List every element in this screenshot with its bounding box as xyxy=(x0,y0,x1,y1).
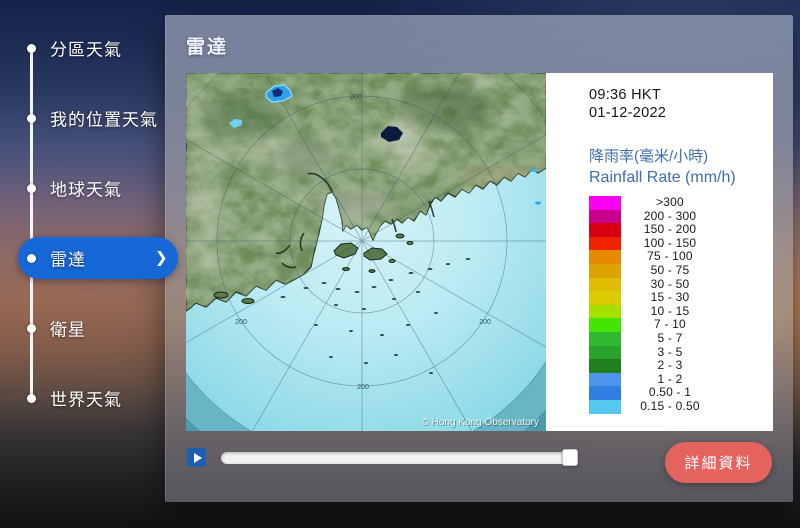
scale-label: >300 xyxy=(656,195,684,209)
scale-label: 3 - 5 xyxy=(657,344,683,359)
scale-row: 0.15 - 0.50 xyxy=(589,398,773,414)
chevron-right-icon: ❯ xyxy=(155,249,168,267)
time-slider-thumb[interactable] xyxy=(562,449,579,466)
scale-label: 1 - 2 xyxy=(657,371,683,386)
scale-row: 1 - 2 xyxy=(589,371,773,387)
scale-row: 5 - 7 xyxy=(589,330,773,346)
scale-swatch xyxy=(589,250,621,264)
radar-panel: 雷達 200 200 200 200 © Hong Kong Observato… xyxy=(165,15,793,502)
sidebar-item-label: 世界天氣 xyxy=(50,390,122,410)
radar-viewer: 200 200 200 200 © Hong Kong Observatory … xyxy=(186,73,773,431)
scale-label: 150 - 200 xyxy=(643,222,697,237)
scale-row: 30 - 50 xyxy=(589,276,773,292)
scale-row: 10 - 15 xyxy=(589,303,773,319)
scale-swatch xyxy=(589,372,621,387)
radar-date: 01-12-2022 xyxy=(589,105,667,121)
scale-swatch xyxy=(589,223,621,237)
scale-swatch xyxy=(589,263,621,278)
scale-row: 2 - 3 xyxy=(589,358,773,373)
scale-row: 7 - 10 xyxy=(589,318,773,332)
scale-swatch xyxy=(589,359,621,373)
scale-swatch xyxy=(589,345,621,360)
scale-label: 0.50 - 1 xyxy=(648,385,692,400)
scale-row: 3 - 5 xyxy=(589,344,773,360)
svg-text:200: 200 xyxy=(357,384,369,391)
scale-row: 0.50 - 1 xyxy=(589,386,773,400)
scale-swatch xyxy=(589,331,621,346)
rainfall-rate-label-en: Rainfall Rate (mm/h) xyxy=(589,169,736,186)
sidebar-item-label: 地球天氣 xyxy=(50,180,122,200)
scale-swatch xyxy=(589,277,621,292)
scale-swatch xyxy=(589,399,621,414)
sidebar-item-label: 我的位置天氣 xyxy=(50,110,158,130)
scale-swatch xyxy=(589,236,621,251)
scale-label: 0.15 - 0.50 xyxy=(640,398,700,413)
scale-row: >300 xyxy=(589,195,773,210)
scale-label: 50 - 75 xyxy=(650,262,690,277)
timeline-dot xyxy=(27,113,36,123)
scale-label: 100 - 150 xyxy=(643,235,697,250)
timeline-dot xyxy=(27,183,36,193)
radar-timestamp: 09:36 HKT 01-12-2022 xyxy=(589,86,773,122)
play-icon xyxy=(193,452,202,463)
page-title: 雷達 xyxy=(186,37,229,58)
play-button[interactable] xyxy=(187,448,206,467)
svg-text:200: 200 xyxy=(479,319,491,326)
scale-swatch xyxy=(589,209,621,224)
scale-swatch xyxy=(589,318,621,332)
sidebar-menu: 分區天氣我的位置天氣 地球天氣雷達 ❯ 衛星世界天氣 xyxy=(0,0,185,528)
sidebar-item-label: 分區天氣 xyxy=(50,40,122,60)
scale-label: 7 - 10 xyxy=(654,317,686,332)
timeline-dot xyxy=(27,253,36,263)
scale-row: 200 - 300 xyxy=(589,208,773,224)
scale-label: 10 - 15 xyxy=(650,303,690,318)
timeline-dot xyxy=(27,323,36,333)
scale-label: 75 - 100 xyxy=(647,249,693,264)
scale-swatch xyxy=(589,304,621,319)
scale-label: 200 - 300 xyxy=(643,208,697,223)
rainfall-rate-label-zh: 降雨率(毫米/小時) xyxy=(589,148,709,165)
time-slider-track[interactable] xyxy=(221,449,579,466)
scale-row: 50 - 75 xyxy=(589,262,773,278)
scale-swatch xyxy=(589,196,621,210)
scale-label: 30 - 50 xyxy=(650,276,690,291)
selected-item-pill xyxy=(18,237,178,279)
details-button[interactable]: 詳細資料 xyxy=(665,442,772,483)
svg-text:200: 200 xyxy=(350,94,362,101)
radar-legend: 09:36 HKT 01-12-2022 降雨率(毫米/小時) Rainfall… xyxy=(546,73,773,431)
map-copyright: © Hong Kong Observatory © Hong Kong Obse… xyxy=(422,417,540,429)
sidebar-item-label: 衛星 xyxy=(50,320,86,340)
svg-text:200: 200 xyxy=(235,319,247,326)
scale-label: 15 - 30 xyxy=(650,290,690,305)
scale-label: 2 - 3 xyxy=(657,358,683,373)
timeline-line xyxy=(30,48,33,398)
scale-row: 15 - 30 xyxy=(589,290,773,305)
rainfall-scale: >300 200 - 300 150 - 200 100 - 150 75 - 100 5… xyxy=(589,195,773,414)
scale-row: 150 - 200 xyxy=(589,222,773,237)
timeline-dot xyxy=(27,43,36,53)
scale-label: 5 - 7 xyxy=(657,330,683,345)
timeline-dot xyxy=(27,393,36,403)
radar-time: 09:36 HKT xyxy=(589,87,662,103)
scale-row: 100 - 150 xyxy=(589,235,773,251)
svg-text:© Hong Kong Observatory: © Hong Kong Observatory xyxy=(422,417,539,428)
sidebar-item-label: 雷達 xyxy=(50,250,86,270)
scale-row: 75 - 100 xyxy=(589,250,773,264)
scale-swatch xyxy=(589,291,621,305)
radar-map-image: 200 200 200 200 © Hong Kong Observatory … xyxy=(186,73,546,431)
scale-swatch xyxy=(589,386,621,400)
